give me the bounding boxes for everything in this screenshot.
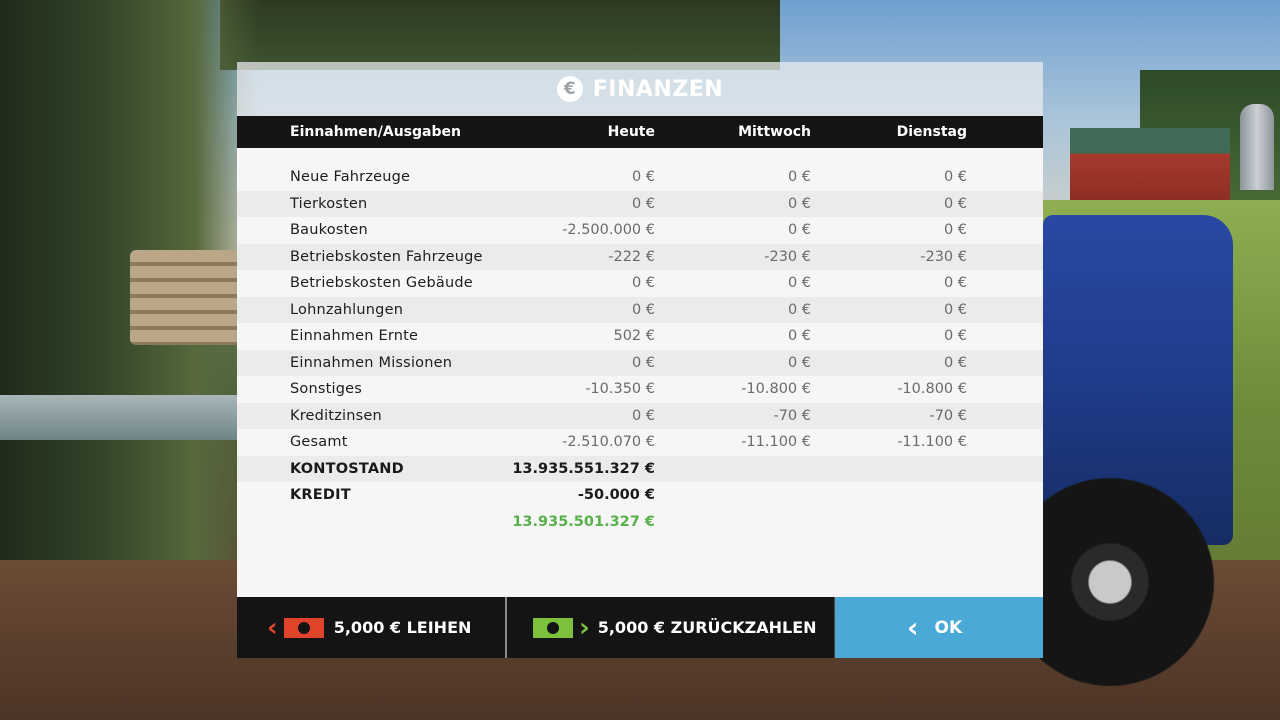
header-income-expenses: Einnahmen/Ausgaben [290, 124, 461, 140]
value-tuesday: -10.800 € [897, 381, 967, 397]
table-row: Sonstiges -10.350 € -10.800 € -10.800 € [237, 376, 1043, 403]
repay-label: 5,000 € ZURÜCKZAHLEN [597, 618, 817, 637]
borrow-label: 5,000 € LEIHEN [333, 618, 472, 637]
row-label: Neue Fahrzeuge [290, 169, 411, 185]
balance-row: KONTOSTAND 13.935.551.327 € [237, 455, 1043, 482]
row-label: Gesamt [290, 434, 348, 450]
table-row: Tierkosten 0 € 0 € 0 € [237, 190, 1043, 217]
header-tuesday: Dienstag [896, 124, 967, 140]
table-row: Neue Fahrzeuge 0 € 0 € 0 € [237, 164, 1043, 191]
chevron-right-icon: › [579, 612, 590, 643]
table-row: Kreditzinsen 0 € -70 € -70 € [237, 402, 1043, 429]
value-tuesday: -230 € [920, 248, 967, 265]
value-tuesday: 0 € [943, 275, 967, 291]
ok-button[interactable]: ‹ OK [835, 597, 1043, 658]
row-label: Baukosten [290, 222, 368, 238]
table-row: Baukosten -2.500.000 € 0 € 0 € [237, 217, 1043, 244]
value-today: -2.500.000 € [562, 222, 655, 238]
finance-table: Neue Fahrzeuge 0 € 0 € 0 € Tierkosten 0 … [237, 148, 1043, 597]
value-today: -222 € [608, 248, 655, 265]
value-tuesday: -70 € [929, 407, 967, 424]
value-today: 0 € [631, 169, 655, 185]
header-today: Heute [607, 124, 655, 140]
balance-value: 13.935.551.327 € [512, 460, 655, 477]
header-wednesday: Mittwoch [738, 124, 811, 140]
value-today: 0 € [631, 407, 655, 424]
barn [1070, 128, 1230, 200]
value-today: 0 € [631, 354, 655, 371]
table-header: Einnahmen/Ausgaben Heute Mittwoch Dienst… [237, 116, 1043, 148]
row-label: Einnahmen Ernte [290, 328, 419, 344]
row-label: Tierkosten [290, 195, 368, 212]
table-row: Einnahmen Ernte 502 € 0 € 0 € [237, 323, 1043, 350]
value-today: 0 € [631, 275, 655, 291]
value-today: 502 € [613, 328, 655, 344]
table-row: Lohnzahlungen 0 € 0 € 0 € [237, 296, 1043, 323]
credit-value: -50.000 € [577, 487, 655, 503]
value-tuesday: 0 € [943, 354, 967, 371]
row-label: Betriebskosten Gebäude [290, 275, 473, 291]
finance-dialog: € FINANZEN Einnahmen/Ausgaben Heute Mitt… [237, 62, 1043, 658]
value-wednesday: 0 € [787, 354, 811, 371]
silo [1240, 104, 1274, 190]
value-tuesday: -11.100 € [897, 434, 967, 450]
repay-button[interactable]: › 5,000 € ZURÜCKZAHLEN [507, 597, 834, 658]
value-wednesday: 0 € [787, 195, 811, 212]
value-wednesday: 0 € [787, 222, 811, 238]
row-label: Kreditzinsen [290, 407, 382, 424]
credit-label: KREDIT [290, 487, 351, 503]
chevron-left-icon: ‹ [907, 610, 919, 644]
euro-coin-icon: € [556, 76, 583, 102]
money-bill-icon [533, 617, 573, 638]
chevron-left-icon: ‹ [267, 612, 278, 643]
dialog-title-bar: € FINANZEN [237, 62, 1043, 116]
table-row-total: Gesamt -2.510.070 € -11.100 € -11.100 € [237, 429, 1043, 456]
ok-label: OK [934, 617, 963, 638]
pond [0, 395, 237, 440]
row-label: Sonstiges [290, 381, 363, 397]
balance-label: KONTOSTAND [290, 460, 404, 477]
log-pile [130, 250, 240, 345]
value-wednesday: 0 € [787, 328, 811, 344]
value-wednesday: -10.800 € [741, 381, 811, 397]
table-row: Einnahmen Missionen 0 € 0 € 0 € [237, 349, 1043, 376]
value-tuesday: 0 € [943, 169, 967, 185]
table-row: Betriebskosten Gebäude 0 € 0 € 0 € [237, 270, 1043, 297]
value-wednesday: -230 € [764, 248, 811, 265]
row-label: Betriebskosten Fahrzeuge [290, 248, 483, 265]
table-row: Betriebskosten Fahrzeuge -222 € -230 € -… [237, 243, 1043, 270]
value-tuesday: 0 € [943, 222, 967, 238]
value-wednesday: 0 € [787, 275, 811, 291]
net-total-value: 13.935.501.327 € [512, 513, 655, 530]
value-wednesday: -70 € [773, 407, 811, 424]
net-total-row: 13.935.501.327 € [237, 509, 1043, 536]
money-bill-icon [283, 617, 324, 638]
value-tuesday: 0 € [943, 328, 967, 344]
forest-top [220, 0, 780, 70]
row-label: Lohnzahlungen [290, 301, 404, 318]
credit-row: KREDIT -50.000 € [237, 482, 1043, 509]
value-wednesday: 0 € [787, 301, 811, 318]
value-wednesday: 0 € [787, 169, 811, 185]
borrow-button[interactable]: ‹ 5,000 € LEIHEN [237, 597, 505, 658]
value-today: 0 € [631, 301, 655, 318]
value-tuesday: 0 € [943, 301, 967, 318]
value-tuesday: 0 € [943, 195, 967, 212]
value-wednesday: -11.100 € [741, 434, 811, 450]
tractor-wheel [1020, 450, 1220, 690]
dialog-footer: ‹ 5,000 € LEIHEN › 5,000 € ZURÜCKZAHLEN … [237, 597, 1043, 658]
value-today: 0 € [631, 195, 655, 212]
dialog-title: FINANZEN [592, 76, 724, 102]
value-today: -10.350 € [585, 381, 655, 397]
value-today: -2.510.070 € [562, 434, 655, 450]
row-label: Einnahmen Missionen [290, 354, 453, 371]
